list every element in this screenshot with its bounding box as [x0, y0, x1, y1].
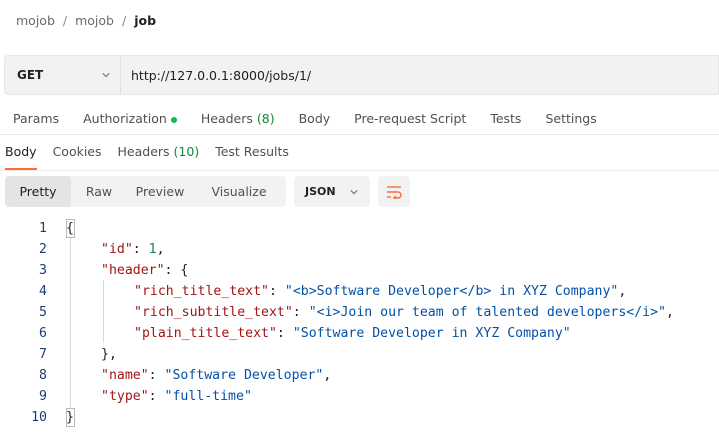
line-number: 5: [39, 305, 47, 320]
json-key: "id": [101, 242, 133, 257]
json-string: "Software Developer in XYZ Company": [292, 326, 571, 341]
code-line: 3 "header": {: [0, 260, 719, 281]
tab-tests[interactable]: Tests: [490, 106, 521, 134]
tab-label: Pre-request Script: [354, 111, 467, 126]
status-dot-icon: [170, 117, 177, 123]
raw-button[interactable]: Raw: [71, 176, 127, 207]
tab-authorization[interactable]: Authorization: [83, 106, 177, 134]
chevron-down-icon: [102, 73, 110, 78]
tab-label: Params: [13, 111, 60, 126]
response-tabs: Body Cookies Headers (10) Test Results: [0, 142, 305, 170]
response-tab-body[interactable]: Body: [5, 142, 37, 170]
json-string: "<i>Join our team of talented developers…: [308, 305, 666, 320]
tab-label: Body: [298, 111, 331, 126]
response-body-code[interactable]: 1{ 2 "id": 1, 3 "header": { 4 "rich_title_t…: [0, 218, 719, 428]
method-label: GET: [17, 68, 44, 82]
tab-label: Headers: [117, 144, 170, 159]
line-number: 7: [39, 347, 47, 362]
response-tab-test-results[interactable]: Test Results: [215, 142, 289, 168]
code-line: 10}: [0, 407, 719, 428]
line-number: 9: [39, 389, 47, 404]
tab-label: Body: [5, 144, 37, 159]
pretty-button[interactable]: Pretty: [5, 176, 71, 207]
divider: [0, 170, 719, 171]
json-key: "type": [101, 389, 149, 404]
tab-label: Test Results: [215, 144, 289, 159]
url-input[interactable]: http://127.0.0.1:8000/jobs/1/: [120, 55, 719, 95]
line-number: 6: [39, 326, 47, 341]
response-tab-cookies[interactable]: Cookies: [53, 142, 102, 168]
code-line: 7},: [0, 344, 719, 365]
language-select[interactable]: JSON: [294, 176, 370, 207]
response-tab-headers[interactable]: Headers (10): [118, 142, 200, 168]
breadcrumb: mojob / mojob / job: [16, 13, 156, 28]
code-line: 1{: [0, 218, 719, 239]
json-brace: }: [66, 410, 74, 425]
json-key: "header": [101, 263, 165, 278]
breadcrumb-collection[interactable]: mojob: [75, 13, 114, 28]
json-key: "name": [101, 368, 149, 383]
preview-button[interactable]: Preview: [127, 176, 193, 207]
divider: [0, 134, 719, 135]
json-key: "plain_title_text": [134, 326, 277, 341]
json-string: "<b>Software Developer</b> in XYZ Compan…: [284, 284, 619, 299]
json-key: "rich_title_text": [134, 284, 269, 299]
tab-label: Authorization: [83, 111, 167, 126]
tab-count: (8): [256, 111, 275, 126]
language-label: JSON: [305, 185, 336, 198]
json-string: "full-time": [164, 389, 252, 404]
json-string: "Software Developer": [164, 368, 324, 383]
tab-pre-request-script[interactable]: Pre-request Script: [354, 106, 466, 134]
wrap-lines-icon: [387, 185, 402, 199]
breadcrumb-separator: /: [122, 13, 127, 28]
wrap-lines-button[interactable]: [378, 176, 410, 207]
json-brace: {: [66, 221, 74, 236]
request-tabs: Params Authorization Headers (8) Body Pre…: [0, 106, 719, 134]
code-line: 5 "rich_subtitle_text": "<i>Join our team…: [0, 302, 719, 323]
json-number: 1: [148, 242, 157, 257]
breadcrumb-workspace[interactable]: mojob: [16, 13, 55, 28]
format-toggle-group: Pretty Raw Preview Visualize: [5, 176, 286, 207]
method-select[interactable]: GET: [4, 55, 120, 95]
tab-body[interactable]: Body: [299, 106, 331, 134]
chevron-down-icon: [350, 190, 358, 195]
code-line: 8 "name": "Software Developer",: [0, 365, 719, 386]
code-line: 2 "id": 1,: [0, 239, 719, 260]
tab-label: Headers: [200, 111, 253, 126]
tab-label: Settings: [545, 111, 597, 126]
line-number: 10: [31, 410, 47, 425]
breadcrumb-request[interactable]: job: [134, 13, 156, 28]
breadcrumb-separator: /: [62, 13, 68, 28]
visualize-button[interactable]: Visualize: [193, 176, 285, 207]
request-bar: GET http://127.0.0.1:8000/jobs/1/: [4, 55, 719, 95]
line-number: 2: [39, 242, 47, 257]
code-line: 4 "rich_title_text": "<b>Software Develop…: [0, 281, 719, 302]
tab-label: Cookies: [52, 144, 102, 159]
tab-label: Tests: [490, 111, 522, 126]
code-line: 9 "type": "full-time": [0, 386, 719, 407]
line-number: 8: [39, 368, 47, 383]
json-key: "rich_subtitle_text": [134, 305, 293, 320]
code-line: 6 "plain_title_text": "Software Developer…: [0, 323, 719, 344]
tab-settings[interactable]: Settings: [545, 106, 596, 134]
line-number: 4: [39, 284, 47, 299]
line-number: 1: [39, 221, 47, 236]
line-number: 3: [39, 263, 47, 278]
tab-count: (10): [173, 144, 200, 159]
tab-params[interactable]: Params: [13, 106, 59, 134]
tab-headers[interactable]: Headers (8): [201, 106, 275, 134]
